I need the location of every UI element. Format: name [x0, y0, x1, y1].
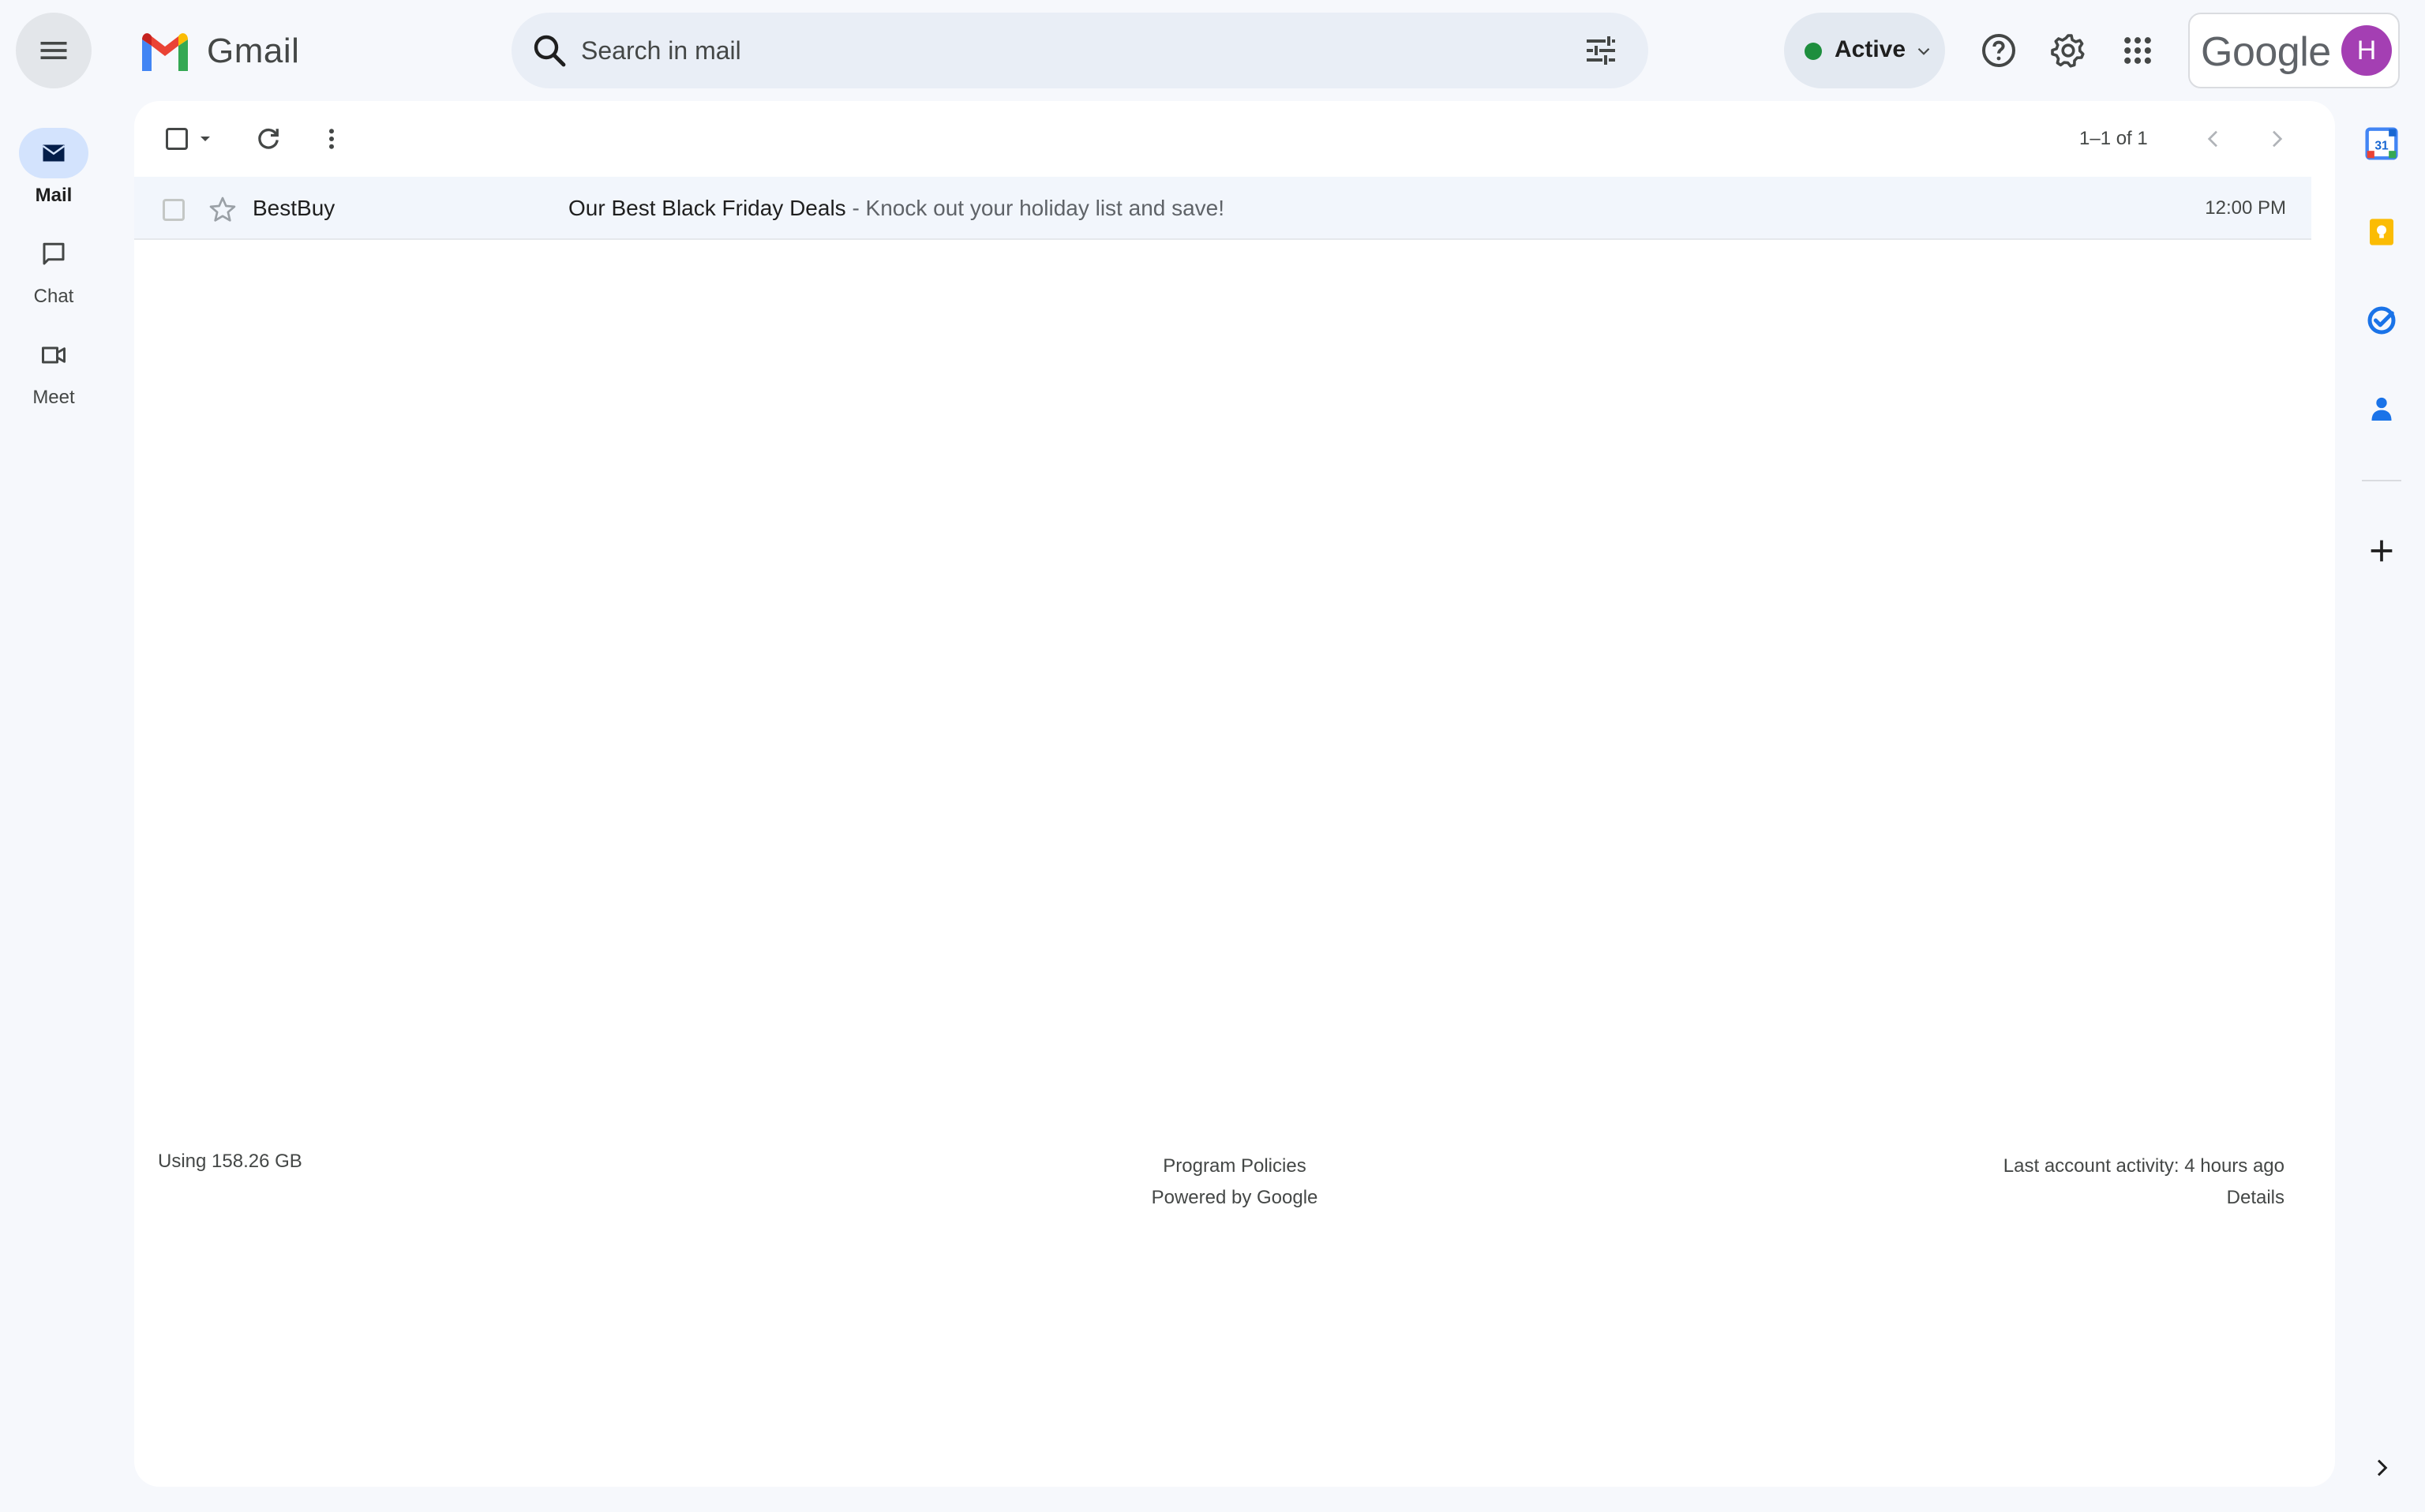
more-actions-button[interactable]: [313, 120, 350, 158]
inbox-panel: 1–1 of 1 BestBuy Our Best Black Friday D…: [134, 101, 2335, 1487]
rail-label-chat: Chat: [33, 286, 74, 307]
main-menu-button[interactable]: [16, 13, 92, 88]
side-panel-divider: [2362, 480, 2401, 481]
gmail-app: Gmail Active: [0, 0, 2425, 1512]
caret-down-icon: [201, 137, 210, 141]
gmail-m-icon: [142, 33, 188, 71]
google-account-button[interactable]: Google H: [2188, 13, 2400, 88]
email-subject-line: Our Best Black Friday Deals - Knock out …: [568, 196, 1224, 221]
email-subject: Our Best Black Friday Deals: [568, 196, 846, 220]
search-icon[interactable]: [530, 32, 568, 69]
google-apps-button[interactable]: [2112, 25, 2163, 76]
email-row[interactable]: BestBuy Our Best Black Friday Deals - Kn…: [134, 177, 2311, 240]
older-page-button[interactable]: [2258, 120, 2296, 158]
rail-item-mail[interactable]: Mail: [6, 128, 101, 223]
chat-icon: [43, 242, 65, 265]
active-status-dot: [1805, 43, 1822, 60]
inbox-toolbar: 1–1 of 1: [134, 101, 2335, 177]
email-sender: BestBuy: [253, 196, 335, 220]
chevron-left-icon: [2207, 130, 2217, 148]
storage-usage[interactable]: Using 158.26 GB: [158, 1151, 302, 1173]
rail-chat-icon-container: [19, 229, 88, 279]
top-header: Gmail Active: [0, 0, 2425, 101]
email-row-checkbox[interactable]: [163, 199, 185, 221]
add-icon: [2371, 540, 2393, 562]
last-activity-text: Last account activity: 4 hours ago: [2003, 1155, 2284, 1177]
rail-label-meet: Meet: [32, 387, 75, 408]
refresh-button[interactable]: [249, 120, 287, 158]
keep-icon: [2370, 219, 2393, 245]
newer-page-button[interactable]: [2194, 120, 2232, 158]
show-side-panel-button[interactable]: [2363, 1449, 2401, 1487]
left-navigation-rail: Mail Chat Meet: [0, 101, 107, 1512]
select-options-dropdown[interactable]: [193, 120, 218, 158]
rail-label-mail: Mail: [35, 185, 73, 206]
apps-grid-icon: [2124, 37, 2151, 64]
get-addons-button[interactable]: [2363, 532, 2401, 570]
footer-links: Program Policies Powered by Google: [1077, 1151, 1392, 1214]
meet-icon: [42, 346, 66, 364]
select-all-checkbox[interactable]: [158, 120, 196, 158]
gmail-wordmark: Gmail: [207, 32, 300, 70]
contacts-icon: [2371, 397, 2392, 421]
search-input[interactable]: [581, 27, 1528, 74]
tasks-icon: [2367, 306, 2396, 335]
status-selector[interactable]: Active: [1784, 13, 1945, 88]
rail-meet-icon-container: [19, 330, 88, 380]
contacts-app-button[interactable]: [2363, 390, 2401, 428]
email-time: 12:00 PM: [2205, 197, 2286, 219]
search-bar[interactable]: [512, 13, 1648, 88]
chevron-down-icon: [1917, 47, 1930, 55]
settings-button[interactable]: [2043, 25, 2093, 76]
tasks-app-button[interactable]: [2363, 301, 2401, 339]
activity-details-link[interactable]: Details: [2003, 1182, 2284, 1214]
gmail-logo[interactable]: Gmail: [139, 24, 299, 79]
calendar-day: 31: [2374, 139, 2389, 152]
email-snippet: - Knock out your holiday list and save!: [845, 196, 1225, 220]
more-vertical-icon: [329, 129, 334, 149]
mail-icon: [42, 144, 66, 162]
help-icon: [1982, 34, 2015, 67]
gear-icon: [2051, 34, 2085, 68]
chevron-right-icon: [2377, 1459, 2388, 1476]
hamburger-menu-icon: [40, 42, 67, 59]
keep-app-button[interactable]: [2363, 213, 2401, 251]
rail-mail-icon-container: [19, 128, 88, 178]
program-policies-link[interactable]: Program Policies: [1077, 1151, 1392, 1182]
star-icon[interactable]: [207, 194, 238, 226]
rail-item-chat[interactable]: Chat: [6, 229, 101, 324]
avatar[interactable]: H: [2341, 25, 2392, 76]
account-activity: Last account activity: 4 hours ago Detai…: [2003, 1151, 2284, 1214]
side-panel: 31: [2348, 118, 2416, 1507]
rail-item-meet[interactable]: Meet: [6, 330, 101, 425]
refresh-icon: [258, 128, 279, 149]
search-options-icon[interactable]: [1582, 32, 1620, 69]
status-label: Active: [1835, 36, 1906, 62]
calendar-app-button[interactable]: 31: [2363, 125, 2401, 163]
support-button[interactable]: [1973, 25, 2024, 76]
page-count: 1–1 of 1: [2079, 128, 2148, 149]
checkbox-square-icon: [166, 128, 188, 150]
google-wordmark: Google: [2201, 29, 2331, 75]
powered-by-google: Powered by Google: [1151, 1187, 1318, 1208]
chevron-right-icon: [2273, 130, 2283, 148]
calendar-icon: 31: [2365, 127, 2398, 160]
